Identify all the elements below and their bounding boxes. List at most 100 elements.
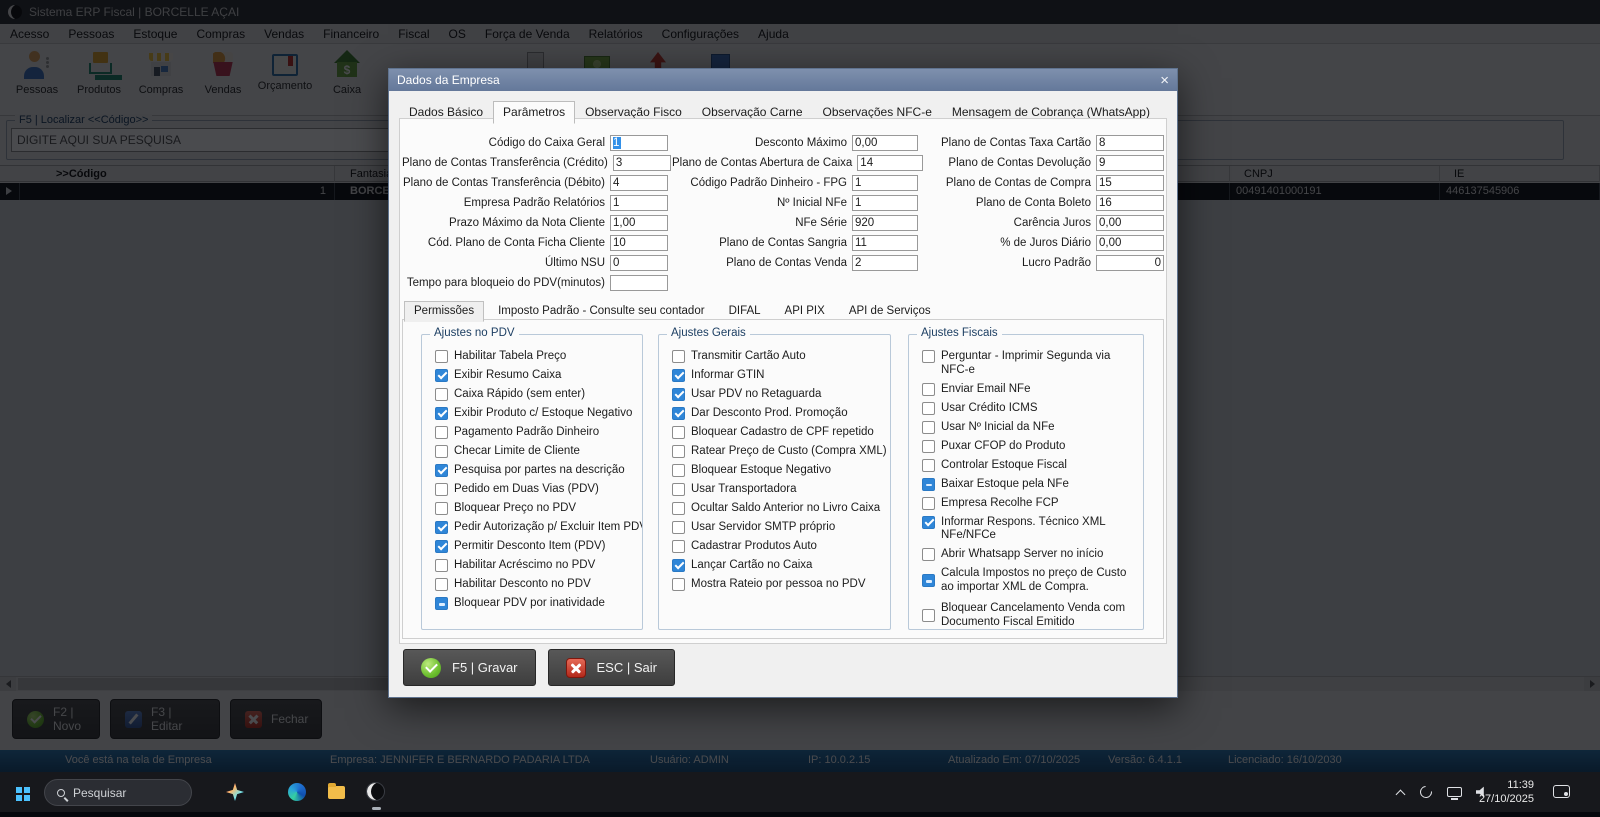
checkbox[interactable]: [435, 521, 448, 534]
checkbox-row[interactable]: Controlar Estoque Fiscal: [922, 459, 1140, 473]
checkbox-row[interactable]: Caixa Rápido (sem enter): [435, 388, 639, 402]
field-input[interactable]: 1: [852, 195, 918, 211]
chevron-up-icon[interactable]: [1396, 790, 1406, 800]
close-icon[interactable]: ×: [1160, 73, 1169, 88]
checkbox-row[interactable]: Bloquear Cancelamento Venda com Document…: [922, 602, 1140, 629]
checkbox-row[interactable]: Usar Transportadora: [672, 483, 887, 497]
checkbox-row[interactable]: Exibir Resumo Caixa: [435, 369, 639, 383]
checkbox-row[interactable]: Baixar Estoque pela NFe: [922, 478, 1140, 492]
checkbox-row[interactable]: Pagamento Padrão Dinheiro: [435, 426, 639, 440]
taskbar-clock[interactable]: 11:39 27/10/2025: [1479, 778, 1534, 806]
taskbar-search[interactable]: Pesquisar: [44, 779, 192, 806]
checkbox[interactable]: [672, 502, 685, 515]
checkbox[interactable]: [922, 350, 935, 363]
checkbox-row[interactable]: Pedido em Duas Vias (PDV): [435, 483, 639, 497]
checkbox[interactable]: [672, 464, 685, 477]
checkbox[interactable]: [435, 559, 448, 572]
sair-button[interactable]: ESC | Sair: [548, 649, 675, 686]
checkbox[interactable]: [922, 459, 935, 472]
checkbox-row[interactable]: Empresa Recolhe FCP: [922, 497, 1140, 511]
checkbox[interactable]: [672, 483, 685, 496]
checkbox-row[interactable]: Habilitar Tabela Preço: [435, 350, 639, 364]
field-input[interactable]: 1: [610, 135, 668, 151]
field-input[interactable]: 11: [852, 235, 918, 251]
checkbox-row[interactable]: Perguntar - Imprimir Segunda via NFC-e: [922, 350, 1140, 377]
checkbox[interactable]: [435, 445, 448, 458]
checkbox[interactable]: [922, 574, 935, 587]
edge-icon[interactable]: [288, 783, 306, 801]
field-input[interactable]: 0,00: [1096, 235, 1164, 251]
erp-app-icon[interactable]: [366, 782, 385, 801]
sub-tab[interactable]: Permissões: [404, 301, 484, 322]
field-input[interactable]: 16: [1096, 195, 1164, 211]
checkbox-row[interactable]: Pesquisa por partes na descrição: [435, 464, 639, 478]
checkbox[interactable]: [922, 548, 935, 561]
checkbox[interactable]: [435, 369, 448, 382]
field-input[interactable]: 1: [610, 195, 668, 211]
checkbox-row[interactable]: Lançar Cartão no Caixa: [672, 559, 887, 573]
checkbox-row[interactable]: Habilitar Acréscimo no PDV: [435, 559, 639, 573]
field-input[interactable]: 9: [1096, 155, 1164, 171]
field-input[interactable]: 0: [1096, 255, 1164, 271]
dialog-tab[interactable]: Parâmetros: [493, 101, 575, 124]
field-input[interactable]: 0,00: [852, 135, 918, 151]
checkbox[interactable]: [435, 540, 448, 553]
field-input[interactable]: 15: [1096, 175, 1164, 191]
checkbox-row[interactable]: Pedir Autorização p/ Excluir Item PDV: [435, 521, 639, 535]
checkbox[interactable]: [672, 369, 685, 382]
field-input[interactable]: 1: [852, 175, 918, 191]
checkbox[interactable]: [435, 388, 448, 401]
checkbox[interactable]: [922, 478, 935, 491]
checkbox-row[interactable]: Checar Limite de Cliente: [435, 445, 639, 459]
checkbox-row[interactable]: Ratear Preço de Custo (Compra XML): [672, 445, 887, 459]
field-input[interactable]: 2: [852, 255, 918, 271]
checkbox-row[interactable]: Bloquear PDV por inatividade: [435, 597, 639, 611]
field-input[interactable]: 4: [610, 175, 668, 191]
checkbox-row[interactable]: Ocultar Saldo Anterior no Livro Caixa: [672, 502, 887, 516]
checkbox[interactable]: [672, 350, 685, 363]
checkbox-row[interactable]: Bloquear Cadastro de CPF repetido: [672, 426, 887, 440]
checkbox[interactable]: [922, 440, 935, 453]
checkbox-row[interactable]: Exibir Produto c/ Estoque Negativo: [435, 407, 639, 421]
sync-icon[interactable]: [1418, 784, 1435, 801]
checkbox[interactable]: [922, 497, 935, 510]
checkbox[interactable]: [672, 426, 685, 439]
checkbox[interactable]: [672, 559, 685, 572]
checkbox-row[interactable]: Habilitar Desconto no PDV: [435, 578, 639, 592]
checkbox[interactable]: [435, 578, 448, 591]
checkbox-row[interactable]: Cadastrar Produtos Auto: [672, 540, 887, 554]
checkbox-row[interactable]: Dar Desconto Prod. Promoção: [672, 407, 887, 421]
gravar-button[interactable]: F5 | Gravar: [403, 649, 536, 686]
checkbox-row[interactable]: Transmitir Cartão Auto: [672, 350, 887, 364]
checkbox[interactable]: [435, 502, 448, 515]
checkbox[interactable]: [922, 383, 935, 396]
checkbox[interactable]: [435, 597, 448, 610]
checkbox[interactable]: [435, 407, 448, 420]
field-input[interactable]: 3: [613, 155, 671, 171]
checkbox-row[interactable]: Usar Servidor SMTP próprio: [672, 521, 887, 535]
checkbox-row[interactable]: Permitir Desconto Item (PDV): [435, 540, 639, 554]
checkbox[interactable]: [435, 426, 448, 439]
checkbox[interactable]: [672, 388, 685, 401]
checkbox[interactable]: [435, 350, 448, 363]
field-input[interactable]: 8: [1096, 135, 1164, 151]
checkbox-row[interactable]: Bloquear Preço no PDV: [435, 502, 639, 516]
network-icon[interactable]: [1447, 787, 1462, 797]
checkbox-row[interactable]: Usar Crédito ICMS: [922, 402, 1140, 416]
checkbox-row[interactable]: Calcula Impostos no preço de Custo ao im…: [922, 567, 1140, 594]
checkbox-row[interactable]: Usar Nº Inicial da NFe: [922, 421, 1140, 435]
notifications-icon[interactable]: [1553, 785, 1570, 798]
checkbox[interactable]: [672, 521, 685, 534]
checkbox-row[interactable]: Enviar Email NFe: [922, 383, 1140, 397]
checkbox[interactable]: [922, 609, 935, 622]
checkbox-row[interactable]: Mostra Rateio por pessoa no PDV: [672, 578, 887, 592]
checkbox-row[interactable]: Bloquear Estoque Negativo: [672, 464, 887, 478]
checkbox-row[interactable]: Informar GTIN: [672, 369, 887, 383]
field-input[interactable]: 920: [852, 215, 918, 231]
start-button-icon[interactable]: [16, 787, 22, 793]
checkbox-row[interactable]: Informar Respons. Técnico XML NFe/NFCe: [922, 516, 1140, 543]
checkbox[interactable]: [922, 516, 935, 529]
checkbox[interactable]: [922, 421, 935, 434]
field-input[interactable]: 0,00: [1096, 215, 1164, 231]
field-input[interactable]: 0: [610, 255, 668, 271]
